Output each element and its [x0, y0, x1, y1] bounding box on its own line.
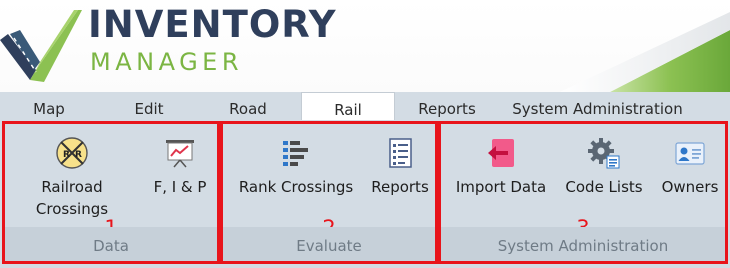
railroad-crossings-button[interactable]: R R Railroad Crossings: [25, 136, 119, 220]
tab-road[interactable]: Road: [216, 92, 280, 120]
svg-text:R: R: [75, 150, 82, 160]
brand-title-line2: MANAGER: [90, 48, 244, 76]
evaluate-reports-button[interactable]: Reports: [364, 136, 436, 198]
code-lists-button[interactable]: Code Lists: [561, 136, 647, 198]
tab-reports[interactable]: Reports: [408, 92, 486, 120]
import-arrow-icon: [488, 139, 514, 167]
tab-rail[interactable]: Rail: [301, 92, 395, 122]
tab-map[interactable]: Map: [18, 92, 80, 120]
fip-button[interactable]: F, I & P: [142, 136, 218, 198]
brand-title-line1: INVENTORY: [88, 3, 337, 46]
contact-card-icon: [675, 142, 705, 165]
ribbon-group-system-administration: Import Data Code Lists Owners System Adm…: [438, 121, 728, 264]
fip-label: F, I & P: [153, 178, 207, 196]
tab-edit[interactable]: Edit: [118, 92, 180, 120]
ranking-list-icon: [283, 141, 308, 166]
railroad-crossing-icon: R R: [56, 137, 88, 169]
ribbon-group-data: R R Railroad Crossings F, I & P 1 Data: [2, 121, 220, 264]
owners-button[interactable]: Owners: [655, 136, 725, 198]
report-document-icon: [389, 138, 412, 168]
evaluate-reports-label: Reports: [371, 178, 429, 196]
import-data-button[interactable]: Import Data: [451, 136, 551, 198]
ribbon-tab-bar: Map Edit Road Rail Reports System Admini…: [0, 92, 730, 122]
group-footer-system-administration: System Administration: [441, 227, 725, 261]
gear-list-icon: [588, 138, 620, 169]
presentation-chart-icon: [166, 140, 194, 168]
group-footer-data: Data: [5, 227, 217, 261]
ribbon-group-evaluate: Rank Crossings Reports 2 Evaluate: [220, 121, 438, 264]
railroad-crossings-label: Railroad Crossings: [35, 178, 109, 218]
owners-label: Owners: [661, 178, 719, 196]
svg-text:R: R: [63, 150, 70, 160]
code-lists-label: Code Lists: [565, 178, 643, 196]
tab-system-administration[interactable]: System Administration: [500, 92, 695, 120]
import-data-label: Import Data: [455, 178, 547, 196]
group-footer-evaluate: Evaluate: [223, 227, 435, 261]
logo-check-road-icon: [0, 10, 82, 82]
rank-crossings-button[interactable]: Rank Crossings: [231, 136, 361, 198]
rank-crossings-label: Rank Crossings: [238, 178, 354, 196]
app-header: INVENTORY MANAGER: [0, 0, 730, 92]
